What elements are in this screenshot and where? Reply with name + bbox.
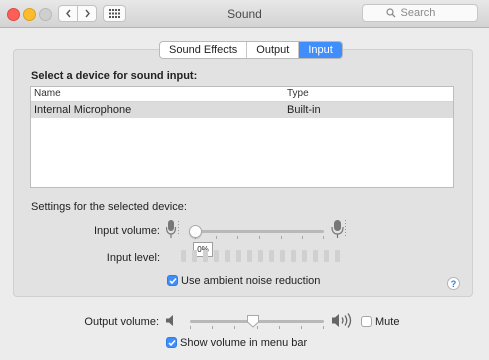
settings-title: Settings for the selected device: (31, 201, 187, 213)
tab-sound-effects[interactable]: Sound Effects (160, 42, 248, 58)
ambient-noise-label: Use ambient noise reduction (181, 275, 321, 287)
mute-label: Mute (375, 316, 400, 328)
level-segment (236, 250, 241, 262)
mute-checkbox[interactable] (361, 316, 372, 327)
level-segment (324, 250, 329, 262)
speaker-high-icon (332, 313, 352, 328)
microphone-high-icon (331, 220, 346, 238)
level-segment (291, 250, 296, 262)
level-segment (302, 250, 307, 262)
level-segment (181, 250, 186, 262)
input-volume-knob[interactable] (188, 225, 202, 238)
table-header: Name Type (31, 87, 453, 102)
input-volume-track[interactable] (195, 230, 324, 233)
input-level-label: Input level: (106, 252, 160, 264)
level-segment (280, 250, 285, 262)
column-header-name[interactable]: Name (34, 88, 61, 99)
device-type: Built-in (287, 104, 321, 116)
output-volume-label: Output volume: (84, 316, 159, 328)
search-icon (385, 8, 395, 18)
output-volume-knob[interactable] (246, 314, 260, 331)
help-icon: ? (450, 279, 457, 289)
input-volume-label: Input volume: (93, 225, 160, 237)
show-volume-menubar-checkbox[interactable] (166, 337, 177, 348)
table-row[interactable]: Internal Microphone Built-in (31, 102, 453, 118)
ambient-noise-checkbox[interactable] (167, 275, 178, 286)
tab-bar: Sound Effects Output Input (159, 41, 343, 59)
device-name: Internal Microphone (34, 104, 132, 116)
microphone-low-icon (166, 220, 179, 238)
level-segment (313, 250, 318, 262)
speaker-low-icon (166, 315, 173, 326)
level-segment (247, 250, 252, 262)
title-bar: Sound (0, 0, 489, 28)
tab-output[interactable]: Output (247, 42, 300, 58)
level-segment (214, 250, 219, 262)
device-table[interactable]: Name Type Internal Microphone Built-in (30, 86, 454, 188)
level-segment (258, 250, 263, 262)
help-button[interactable]: ? (447, 277, 460, 290)
tab-input[interactable]: Input (299, 42, 342, 58)
search-input[interactable] (398, 6, 455, 20)
select-device-title: Select a device for sound input: (31, 70, 198, 82)
level-segment (269, 250, 274, 262)
level-segment (225, 250, 230, 262)
level-segment (192, 250, 197, 262)
show-volume-menubar-label: Show volume in menu bar (180, 337, 308, 349)
level-segment (203, 250, 208, 262)
level-segment (335, 250, 340, 262)
checkmark-icon (168, 339, 176, 347)
search-field[interactable] (362, 4, 478, 22)
column-header-type[interactable]: Type (287, 88, 309, 99)
checkmark-icon (169, 277, 177, 285)
